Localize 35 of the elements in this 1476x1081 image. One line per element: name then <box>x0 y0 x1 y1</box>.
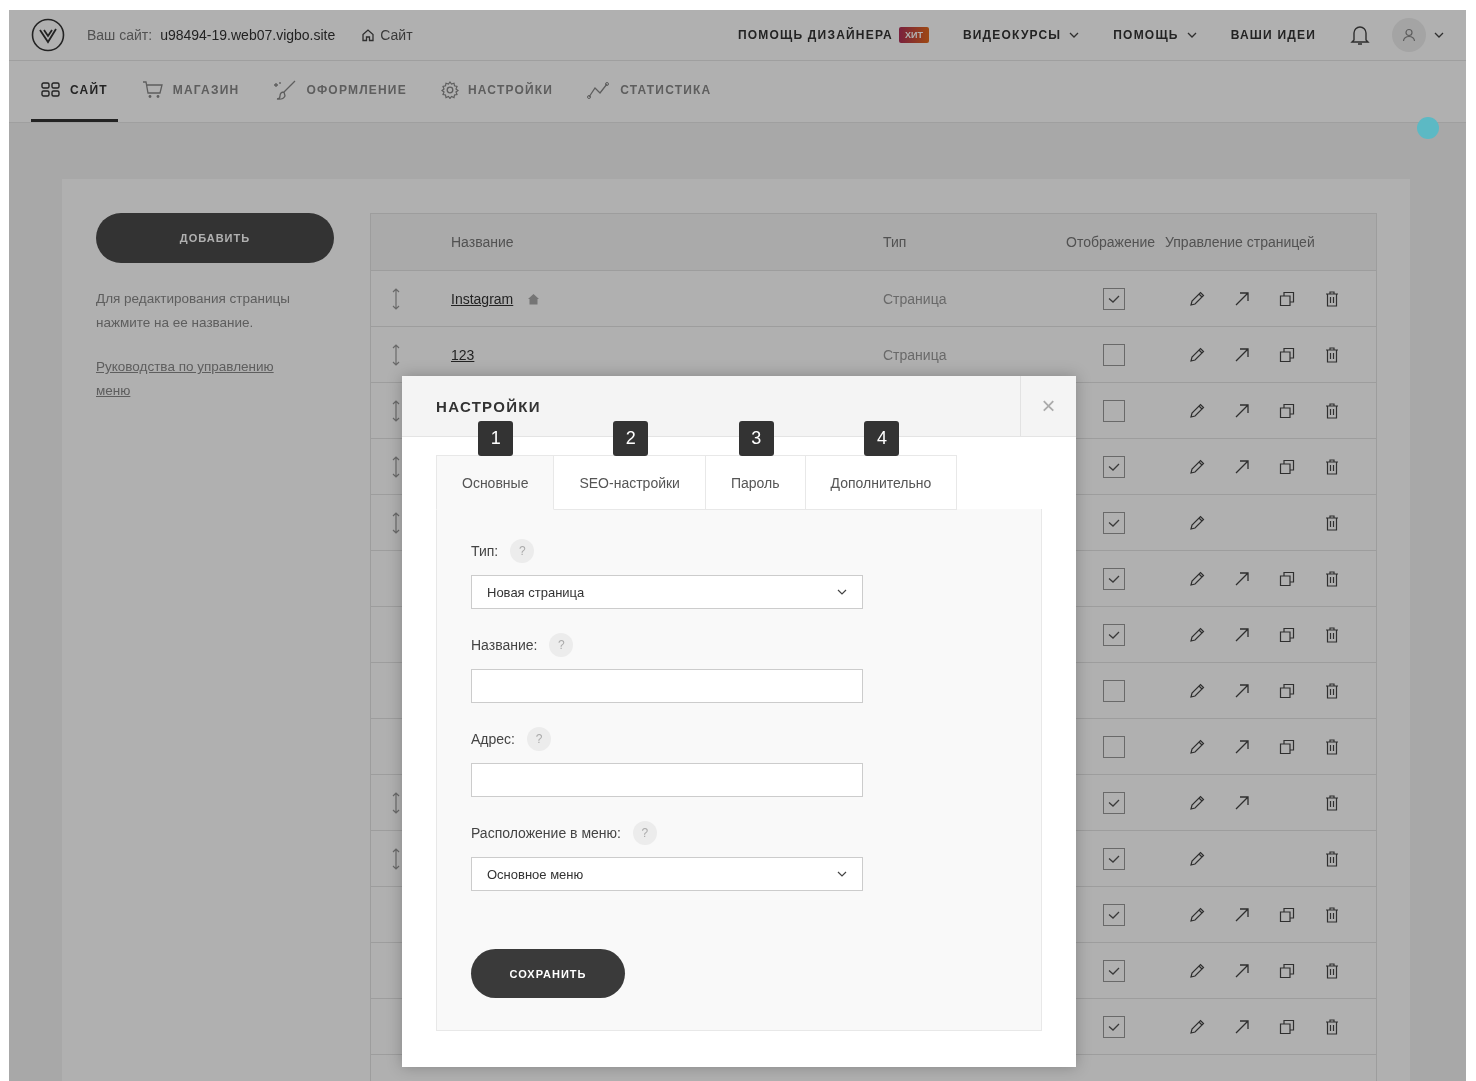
step-number: 3 <box>738 421 774 456</box>
column-header: Управление страницей <box>1165 234 1316 250</box>
site-label: Ваш сайт: <box>87 27 153 43</box>
site-link[interactable]: Сайт <box>361 27 413 43</box>
field-label: Тип: <box>471 543 499 559</box>
field-label: Расположение в меню: <box>471 825 621 841</box>
table-cell: Страница <box>883 346 947 363</box>
step-number: 1 <box>478 421 514 456</box>
select-field[interactable]: Новая страница <box>471 575 863 609</box>
table-cell: Страница <box>883 290 947 307</box>
step-number: 4 <box>864 421 900 456</box>
page-link[interactable]: 123 <box>451 346 475 363</box>
site-url: u98494-19.web07.vigbo.site <box>160 27 336 43</box>
step-number: 2 <box>613 421 649 456</box>
column-header: Тип <box>883 234 908 250</box>
field-label: Название: <box>471 637 538 653</box>
field-label: Адрес: <box>471 731 515 747</box>
select-field[interactable]: Основное меню <box>471 857 863 891</box>
tab[interactable]: Пароль <box>705 455 806 510</box>
menu-item[interactable]: ПОМОЩЬ ДИЗАЙНЕРА <box>737 28 893 42</box>
hint-text: Для редактирования страницы нажмите на ее название. <box>96 290 291 332</box>
menu-item[interactable]: ВИДЕОКУРСЫ <box>962 28 1080 42</box>
column-header: Название <box>451 234 515 250</box>
badge: ХИТ <box>898 27 929 43</box>
menu-item[interactable]: ВАШИ ИДЕИ <box>1230 28 1316 42</box>
page-link[interactable]: Instagram <box>451 290 514 307</box>
add-button[interactable]: ДОБАВИТЬ <box>96 213 334 263</box>
tab[interactable]: Дополнительно <box>805 455 958 510</box>
menu-item[interactable]: ПОМОЩЬ <box>1113 28 1197 42</box>
tab[interactable]: SEO-настройки <box>554 455 706 510</box>
save-button[interactable]: СОХРАНИТЬ <box>471 949 625 998</box>
dialog-title: НАСТРОЙКИ <box>436 397 542 415</box>
column-header: Отображение <box>1066 234 1156 250</box>
tab[interactable]: Основные <box>436 455 555 510</box>
nav-tab[interactable]: САЙТ <box>31 61 118 122</box>
